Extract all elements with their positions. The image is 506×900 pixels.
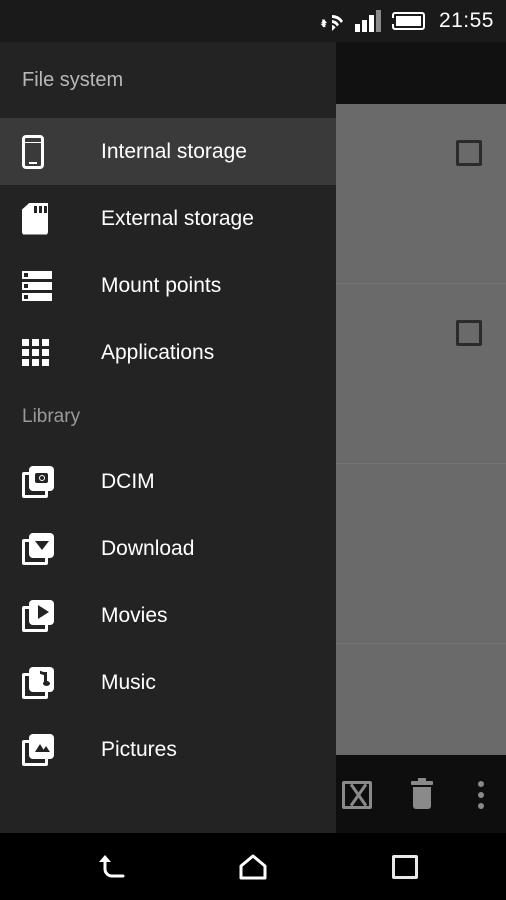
sidebar-item-label: Internal storage: [101, 139, 247, 163]
camera-folder-icon: [22, 465, 66, 498]
sidebar-item-label: Movies: [101, 603, 168, 627]
sidebar-item-external-storage[interactable]: External storage: [0, 185, 336, 252]
sidebar-item-dcim[interactable]: DCIM: [0, 448, 336, 515]
cellular-signal-icon: [354, 10, 383, 32]
mount-points-icon: [22, 270, 66, 301]
phone-screen: g wxrwx xt_sd xrwxrwx File sys: [0, 0, 506, 900]
sidebar-item-label: Mount points: [101, 273, 222, 297]
apps-grid-icon: [22, 339, 66, 366]
wifi-data-icon: [317, 8, 347, 34]
row-checkbox[interactable]: [456, 320, 482, 346]
sidebar-item-music[interactable]: Music: [0, 649, 336, 716]
sidebar-item-label: Pictures: [101, 737, 177, 761]
music-folder-icon: [22, 666, 66, 699]
sidebar-item-label: Download: [101, 536, 195, 560]
sidebar-item-label: Music: [101, 670, 156, 694]
sidebar-item-label: DCIM: [101, 469, 155, 493]
sidebar-item-movies[interactable]: Movies: [0, 582, 336, 649]
navigation-drawer: File system Internal storage External st…: [0, 42, 336, 833]
sidebar-item-mount-points[interactable]: Mount points: [0, 252, 336, 319]
battery-icon: [390, 11, 427, 31]
drawer-title: File system: [22, 68, 124, 91]
sidebar-item-applications[interactable]: Applications: [0, 319, 336, 386]
sidebar-item-label: Applications: [101, 340, 215, 364]
clock: 21:55: [438, 9, 494, 32]
download-folder-icon: [22, 532, 66, 565]
drawer-section-library: Library: [22, 406, 81, 427]
sidebar-item-pictures[interactable]: Pictures: [0, 716, 336, 783]
cut-icon[interactable]: [337, 775, 377, 815]
sidebar-item-download[interactable]: Download: [0, 515, 336, 582]
recents-icon[interactable]: [375, 847, 435, 887]
sd-card-icon: [22, 202, 66, 235]
sidebar-item-internal-storage[interactable]: Internal storage: [0, 118, 336, 185]
system-navigation-bar: d.c当乐网: [0, 833, 506, 900]
back-icon[interactable]: [83, 847, 143, 887]
home-icon[interactable]: [223, 847, 283, 887]
row-checkbox[interactable]: [456, 140, 482, 166]
phone-icon: [22, 134, 66, 169]
pictures-folder-icon: [22, 733, 66, 766]
delete-icon[interactable]: [402, 775, 442, 815]
sidebar-item-label: External storage: [101, 206, 254, 230]
overflow-menu-icon[interactable]: [461, 775, 501, 815]
status-bar: 21:55: [0, 0, 506, 42]
movies-folder-icon: [22, 599, 66, 632]
